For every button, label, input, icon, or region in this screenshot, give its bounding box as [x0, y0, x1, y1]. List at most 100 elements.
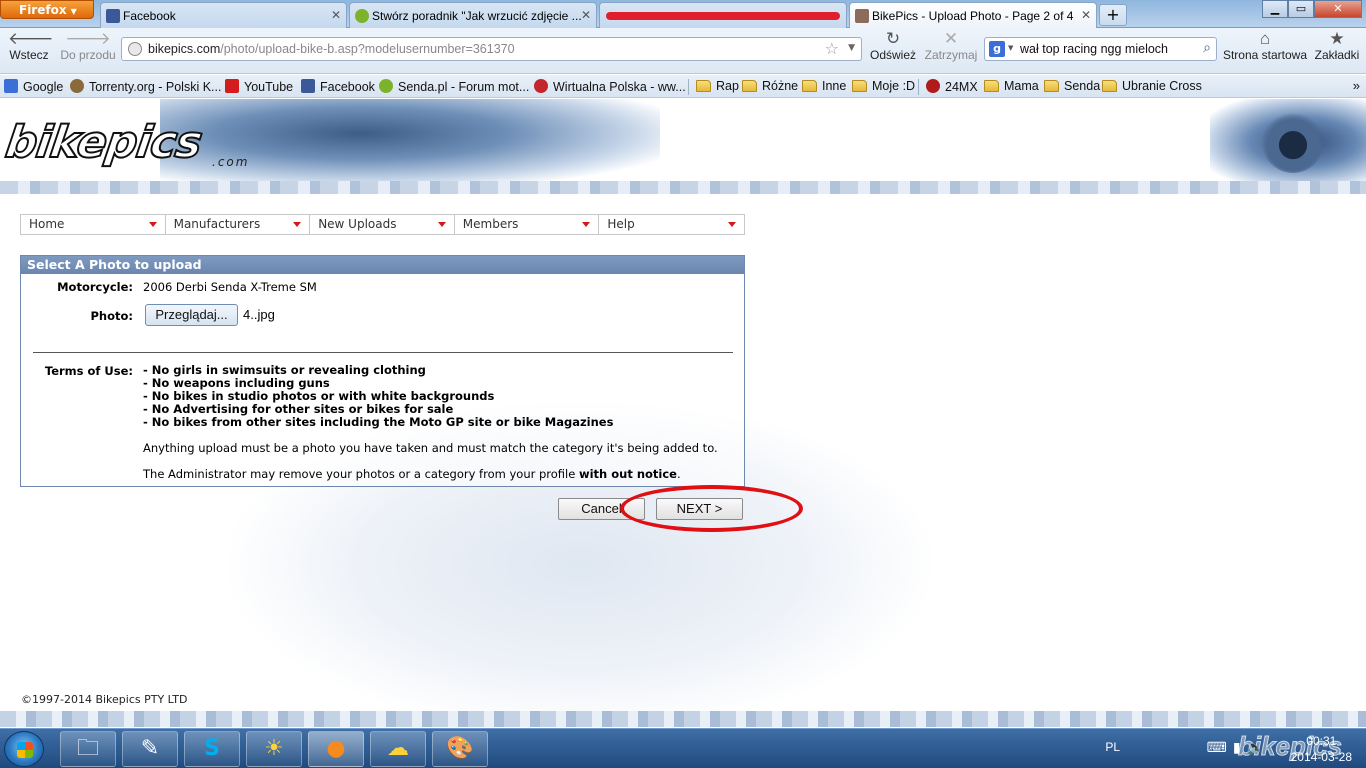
bookmark-folder-ubranie[interactable]: Ubranie Cross [1102, 79, 1202, 93]
menu-item-new-uploads[interactable]: New Uploads [310, 215, 455, 234]
taskbar-gimp[interactable]: ✎ [122, 731, 178, 767]
tab-facebook[interactable]: Facebook ✕ [100, 2, 347, 28]
menu-item-manufacturers[interactable]: Manufacturers [166, 215, 311, 234]
note-text: The Administrator may remove your photos… [143, 467, 579, 481]
bookmark-folder-moje[interactable]: Moje :D [852, 79, 915, 93]
folder-icon [1102, 80, 1117, 92]
chevron-double-right-icon[interactable]: » [1353, 78, 1360, 93]
site-logo[interactable]: bikepics [1, 116, 205, 169]
folder-icon [1044, 80, 1059, 92]
tray-icons[interactable]: ⌨▮🔈 [1207, 739, 1270, 756]
stop-button[interactable]: ✕ Zatrzymaj [922, 29, 980, 63]
bookmark-folder-inne[interactable]: Inne [802, 79, 846, 93]
tab-title: Facebook [123, 9, 176, 23]
folder-icon [802, 80, 817, 92]
bookmark-senda[interactable]: Senda.pl - Forum mot... [379, 79, 529, 94]
bookmark-folder-rozne[interactable]: Różne [742, 79, 798, 93]
tab-poradnik[interactable]: Stwórz poradnik "Jak wrzucić zdjęcie ...… [349, 2, 597, 28]
back-button[interactable]: 🡐 Wstecz [8, 30, 54, 63]
folder-icon [742, 80, 757, 92]
dropdown-arrow-icon [582, 222, 591, 227]
home-icon: ⌂ [1259, 29, 1271, 48]
bookmark-wp[interactable]: Wirtualna Polska - ww... [534, 79, 686, 94]
note-emphasis: with out notice [578, 467, 677, 481]
menu-label: New Uploads [318, 217, 397, 231]
google-icon[interactable]: g [989, 41, 1005, 57]
forward-button[interactable]: 🡒 Do przodu [58, 30, 118, 63]
stop-icon: ✕ [943, 29, 959, 48]
sun-icon: ☀ [264, 736, 284, 761]
bookmark-folder-rap[interactable]: Rap [696, 79, 739, 93]
folder-icon [852, 80, 867, 92]
bookmark-folder-mama[interactable]: Mama [984, 79, 1039, 93]
bookmark-label: Różne [762, 79, 799, 93]
browse-file-button[interactable]: Przeglądaj... [145, 304, 238, 326]
terms-note: The Administrator may remove your photos… [143, 468, 718, 481]
bookmark-24mx[interactable]: 24MX [926, 79, 978, 94]
bookmark-folder-senda[interactable]: Senda [1044, 79, 1100, 93]
folder-icon: 🗀 [76, 736, 99, 761]
taskbar-paint[interactable]: 🎨 [432, 731, 488, 767]
site-menu: Home Manufacturers New Uploads Members H… [20, 214, 745, 235]
taskbar-skype[interactable]: S [184, 731, 240, 767]
tab-bikepics[interactable]: BikePics - Upload Photo - Page 2 of 4 ✕ [849, 2, 1097, 28]
menu-item-help[interactable]: Help [599, 215, 744, 234]
bookmark-torrenty[interactable]: Torrenty.org - Polski K... [70, 79, 221, 94]
terms-label: Terms of Use: [44, 364, 133, 378]
close-icon[interactable]: ✕ [331, 8, 341, 22]
bookmark-label: Rap [716, 79, 739, 93]
search-bar[interactable]: g ▼ wał top racing ngg mieloch ⌕ [984, 37, 1217, 61]
bookmark-label: Wirtualna Polska - ww... [553, 80, 686, 94]
start-button[interactable] [4, 731, 44, 767]
close-icon[interactable]: ✕ [581, 8, 591, 22]
search-input[interactable]: wał top racing ngg mieloch [1020, 42, 1168, 56]
divider [33, 352, 733, 353]
menu-item-members[interactable]: Members [455, 215, 600, 234]
taskbar-explorer[interactable]: 🗀 [60, 731, 116, 767]
menu-item-home[interactable]: Home [21, 215, 166, 234]
menu-label: Members [462, 217, 519, 231]
chevron-down-icon[interactable]: ▼ [848, 43, 855, 53]
menu-label: Help [607, 217, 635, 231]
bookmark-youtube[interactable]: YouTube [225, 79, 293, 94]
bookmark-google[interactable]: Google [4, 79, 63, 94]
star-icon[interactable]: ☆ [825, 39, 839, 58]
bookmark-label: Inne [822, 79, 847, 93]
address-bar[interactable]: bikepics.com/photo/upload-bike-b.asp?mod… [121, 37, 862, 61]
chevron-down-icon: ▼ [1008, 44, 1014, 52]
window-close-button[interactable]: ✕ [1314, 0, 1362, 18]
windows-taskbar: 🗀 ✎ S ☀ ● ☁ 🎨 PL bikepics ⌨▮🔈 00:31 2014… [0, 728, 1366, 768]
search-icon[interactable]: ⌕ [1203, 40, 1211, 56]
tab-redacted[interactable] [599, 2, 847, 28]
bookmarks-button[interactable]: ★ Zakładki [1312, 30, 1362, 63]
maximize-button[interactable]: ▭ [1288, 0, 1314, 18]
bookmark-facebook[interactable]: Facebook [301, 79, 375, 94]
reload-button[interactable]: ↻ Odśwież [868, 30, 918, 63]
taskbar-weather[interactable]: ☁ [370, 731, 426, 767]
home-label: Strona startowa [1222, 48, 1308, 62]
clock-date: 2014-03-28 [1290, 750, 1352, 764]
bookmark-label: Senda [1064, 79, 1101, 93]
minimize-button[interactable]: ▁ [1262, 0, 1288, 18]
taskbar-sun-app[interactable]: ☀ [246, 731, 302, 767]
speaker-icon[interactable]: 🔈 [1247, 739, 1270, 755]
close-icon[interactable]: ✕ [1081, 8, 1091, 22]
bookmark-label: YouTube [244, 80, 294, 94]
new-tab-button[interactable]: + [1099, 4, 1127, 26]
bookmark-separator [688, 79, 689, 95]
firefox-menu-button[interactable]: Firefox ▼ [0, 0, 94, 19]
clock[interactable]: 00:31 2014-03-28 [1291, 733, 1352, 765]
language-indicator[interactable]: PL [1105, 740, 1120, 754]
home-button[interactable]: ⌂ Strona startowa [1222, 29, 1308, 63]
globe-icon [128, 42, 142, 56]
bookmark-separator [918, 79, 919, 95]
menu-label: Home [29, 217, 65, 231]
skype-icon: S [204, 736, 220, 761]
keyboard-icon[interactable]: ⌨ [1207, 739, 1233, 755]
taskbar-firefox[interactable]: ● [308, 731, 364, 767]
dropdown-arrow-icon [293, 222, 302, 227]
network-icon[interactable]: ▮ [1233, 739, 1247, 755]
selected-file-name: 4..jpg [243, 307, 275, 322]
bookmark-label: Facebook [320, 80, 375, 94]
bookmark-label: Mama [1004, 79, 1039, 93]
